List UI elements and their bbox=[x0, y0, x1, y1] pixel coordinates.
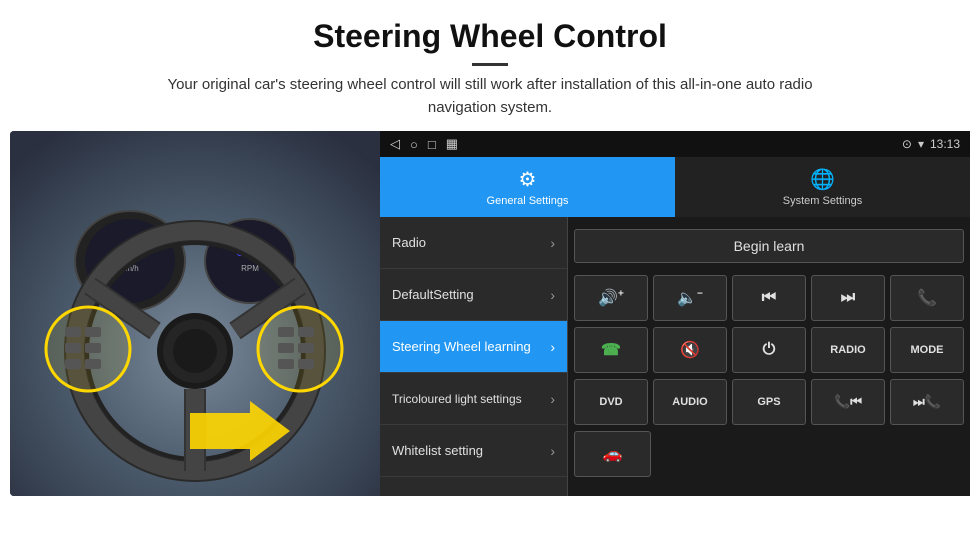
menu-item-default[interactable]: DefaultSetting › bbox=[380, 269, 567, 321]
radio-button[interactable]: RADIO bbox=[811, 327, 885, 373]
whitelist-row: 🚗 bbox=[574, 431, 964, 477]
phone-prev-icon: 📞⏮ bbox=[834, 394, 862, 410]
chevron-right-icon: › bbox=[550, 287, 555, 303]
main-content: 80 km/h 3000 RPM bbox=[0, 131, 980, 496]
status-bar-right: ⊙ ▾ 13:13 bbox=[902, 137, 960, 151]
general-settings-icon: ⚙ bbox=[519, 167, 537, 192]
chevron-right-icon: › bbox=[550, 391, 555, 407]
home-icon: ○ bbox=[410, 137, 418, 152]
audio-label: AUDIO bbox=[672, 396, 707, 408]
tab-general[interactable]: ⚙ General Settings bbox=[380, 157, 675, 217]
recents-icon: □ bbox=[428, 137, 436, 152]
whitelist-icon-button[interactable]: 🚗 bbox=[574, 431, 651, 477]
answer-icon: ☎ bbox=[601, 340, 621, 360]
signal-icon: ▾ bbox=[918, 137, 924, 151]
svg-text:RPM: RPM bbox=[241, 264, 259, 273]
menu-item-radio-label: Radio bbox=[392, 235, 426, 250]
tab-system[interactable]: 🌐 System Settings bbox=[675, 157, 970, 217]
menu-item-whitelist-label: Whitelist setting bbox=[392, 443, 483, 458]
mute-icon: 🔇 bbox=[680, 340, 700, 360]
mode-label: MODE bbox=[911, 344, 944, 356]
panel-body: Radio › DefaultSetting › Steering Wheel … bbox=[380, 217, 970, 496]
phone-prev-button[interactable]: 📞⏮ bbox=[811, 379, 885, 425]
answer-button[interactable]: ☎ bbox=[574, 327, 648, 373]
title-divider bbox=[472, 63, 508, 66]
mode-button[interactable]: MODE bbox=[890, 327, 964, 373]
menu-item-whitelist[interactable]: Whitelist setting › bbox=[380, 425, 567, 477]
back-icon: ◁ bbox=[390, 136, 400, 152]
chevron-right-icon: › bbox=[550, 443, 555, 459]
status-bar: ◁ ○ □ ▦ ⊙ ▾ 13:13 bbox=[380, 131, 970, 157]
menu-item-radio[interactable]: Radio › bbox=[380, 217, 567, 269]
dvd-label: DVD bbox=[599, 396, 622, 408]
page-title: Steering Wheel Control bbox=[60, 18, 920, 55]
ctrl-row-2: ☎ 🔇 ⏻ RADIO MODE bbox=[574, 327, 964, 373]
whitelist-spacer bbox=[656, 431, 964, 477]
steering-wheel-section: 80 km/h 3000 RPM bbox=[10, 131, 380, 496]
vol-up-icon: 🔊+ bbox=[598, 288, 624, 308]
next-track-button[interactable]: ⏭ bbox=[811, 275, 885, 321]
vol-down-icon: 🔈− bbox=[677, 288, 703, 308]
prev-track-button[interactable]: ⏮ bbox=[732, 275, 806, 321]
dvd-button[interactable]: DVD bbox=[574, 379, 648, 425]
tab-general-label: General Settings bbox=[487, 195, 569, 207]
begin-learn-row: Begin learn bbox=[574, 223, 964, 269]
gps-label: GPS bbox=[757, 396, 780, 408]
android-ui: ◁ ○ □ ▦ ⊙ ▾ 13:13 ⚙ General Settings 🌐 S… bbox=[380, 131, 970, 496]
status-bar-left: ◁ ○ □ ▦ bbox=[390, 136, 458, 152]
tab-bar: ⚙ General Settings 🌐 System Settings bbox=[380, 157, 970, 217]
audio-button[interactable]: AUDIO bbox=[653, 379, 727, 425]
next-icon: ⏭ bbox=[841, 289, 855, 307]
chevron-right-icon: › bbox=[550, 235, 555, 251]
location-icon: ⊙ bbox=[902, 137, 912, 151]
ctrl-row-1: 🔊+ 🔈− ⏮ ⏭ 📞 bbox=[574, 275, 964, 321]
phone-next-icon: ⏭📞 bbox=[913, 394, 941, 410]
tab-system-label: System Settings bbox=[783, 195, 862, 207]
menu-item-steering-label: Steering Wheel learning bbox=[392, 339, 531, 354]
menu-icon: ▦ bbox=[446, 136, 458, 152]
chevron-right-icon: › bbox=[550, 339, 555, 355]
begin-learn-button[interactable]: Begin learn bbox=[574, 229, 964, 263]
time-display: 13:13 bbox=[930, 137, 960, 151]
phone-button[interactable]: 📞 bbox=[890, 275, 964, 321]
power-button[interactable]: ⏻ bbox=[732, 327, 806, 373]
phone-next-button[interactable]: ⏭📞 bbox=[890, 379, 964, 425]
controls-area: Begin learn 🔊+ 🔈− ⏮ ⏭ bbox=[568, 217, 970, 496]
mute-button[interactable]: 🔇 bbox=[653, 327, 727, 373]
ctrl-row-3: DVD AUDIO GPS 📞⏮ ⏭📞 bbox=[574, 379, 964, 425]
menu-list: Radio › DefaultSetting › Steering Wheel … bbox=[380, 217, 568, 496]
power-icon: ⏻ bbox=[763, 341, 776, 359]
phone-icon: 📞 bbox=[917, 288, 937, 308]
page-description: Your original car's steering wheel contr… bbox=[140, 74, 840, 119]
system-settings-icon: 🌐 bbox=[810, 167, 835, 192]
vol-up-button[interactable]: 🔊+ bbox=[574, 275, 648, 321]
menu-item-tricoloured[interactable]: Tricoloured light settings › bbox=[380, 373, 567, 425]
gps-button[interactable]: GPS bbox=[732, 379, 806, 425]
car-icon: 🚗 bbox=[603, 444, 623, 464]
radio-label: RADIO bbox=[830, 344, 865, 356]
prev-icon: ⏮ bbox=[762, 289, 776, 307]
page-header: Steering Wheel Control Your original car… bbox=[0, 0, 980, 131]
vol-down-button[interactable]: 🔈− bbox=[653, 275, 727, 321]
menu-item-steering[interactable]: Steering Wheel learning › bbox=[380, 321, 567, 373]
menu-item-tricoloured-label: Tricoloured light settings bbox=[392, 392, 522, 406]
menu-item-default-label: DefaultSetting bbox=[392, 287, 474, 302]
